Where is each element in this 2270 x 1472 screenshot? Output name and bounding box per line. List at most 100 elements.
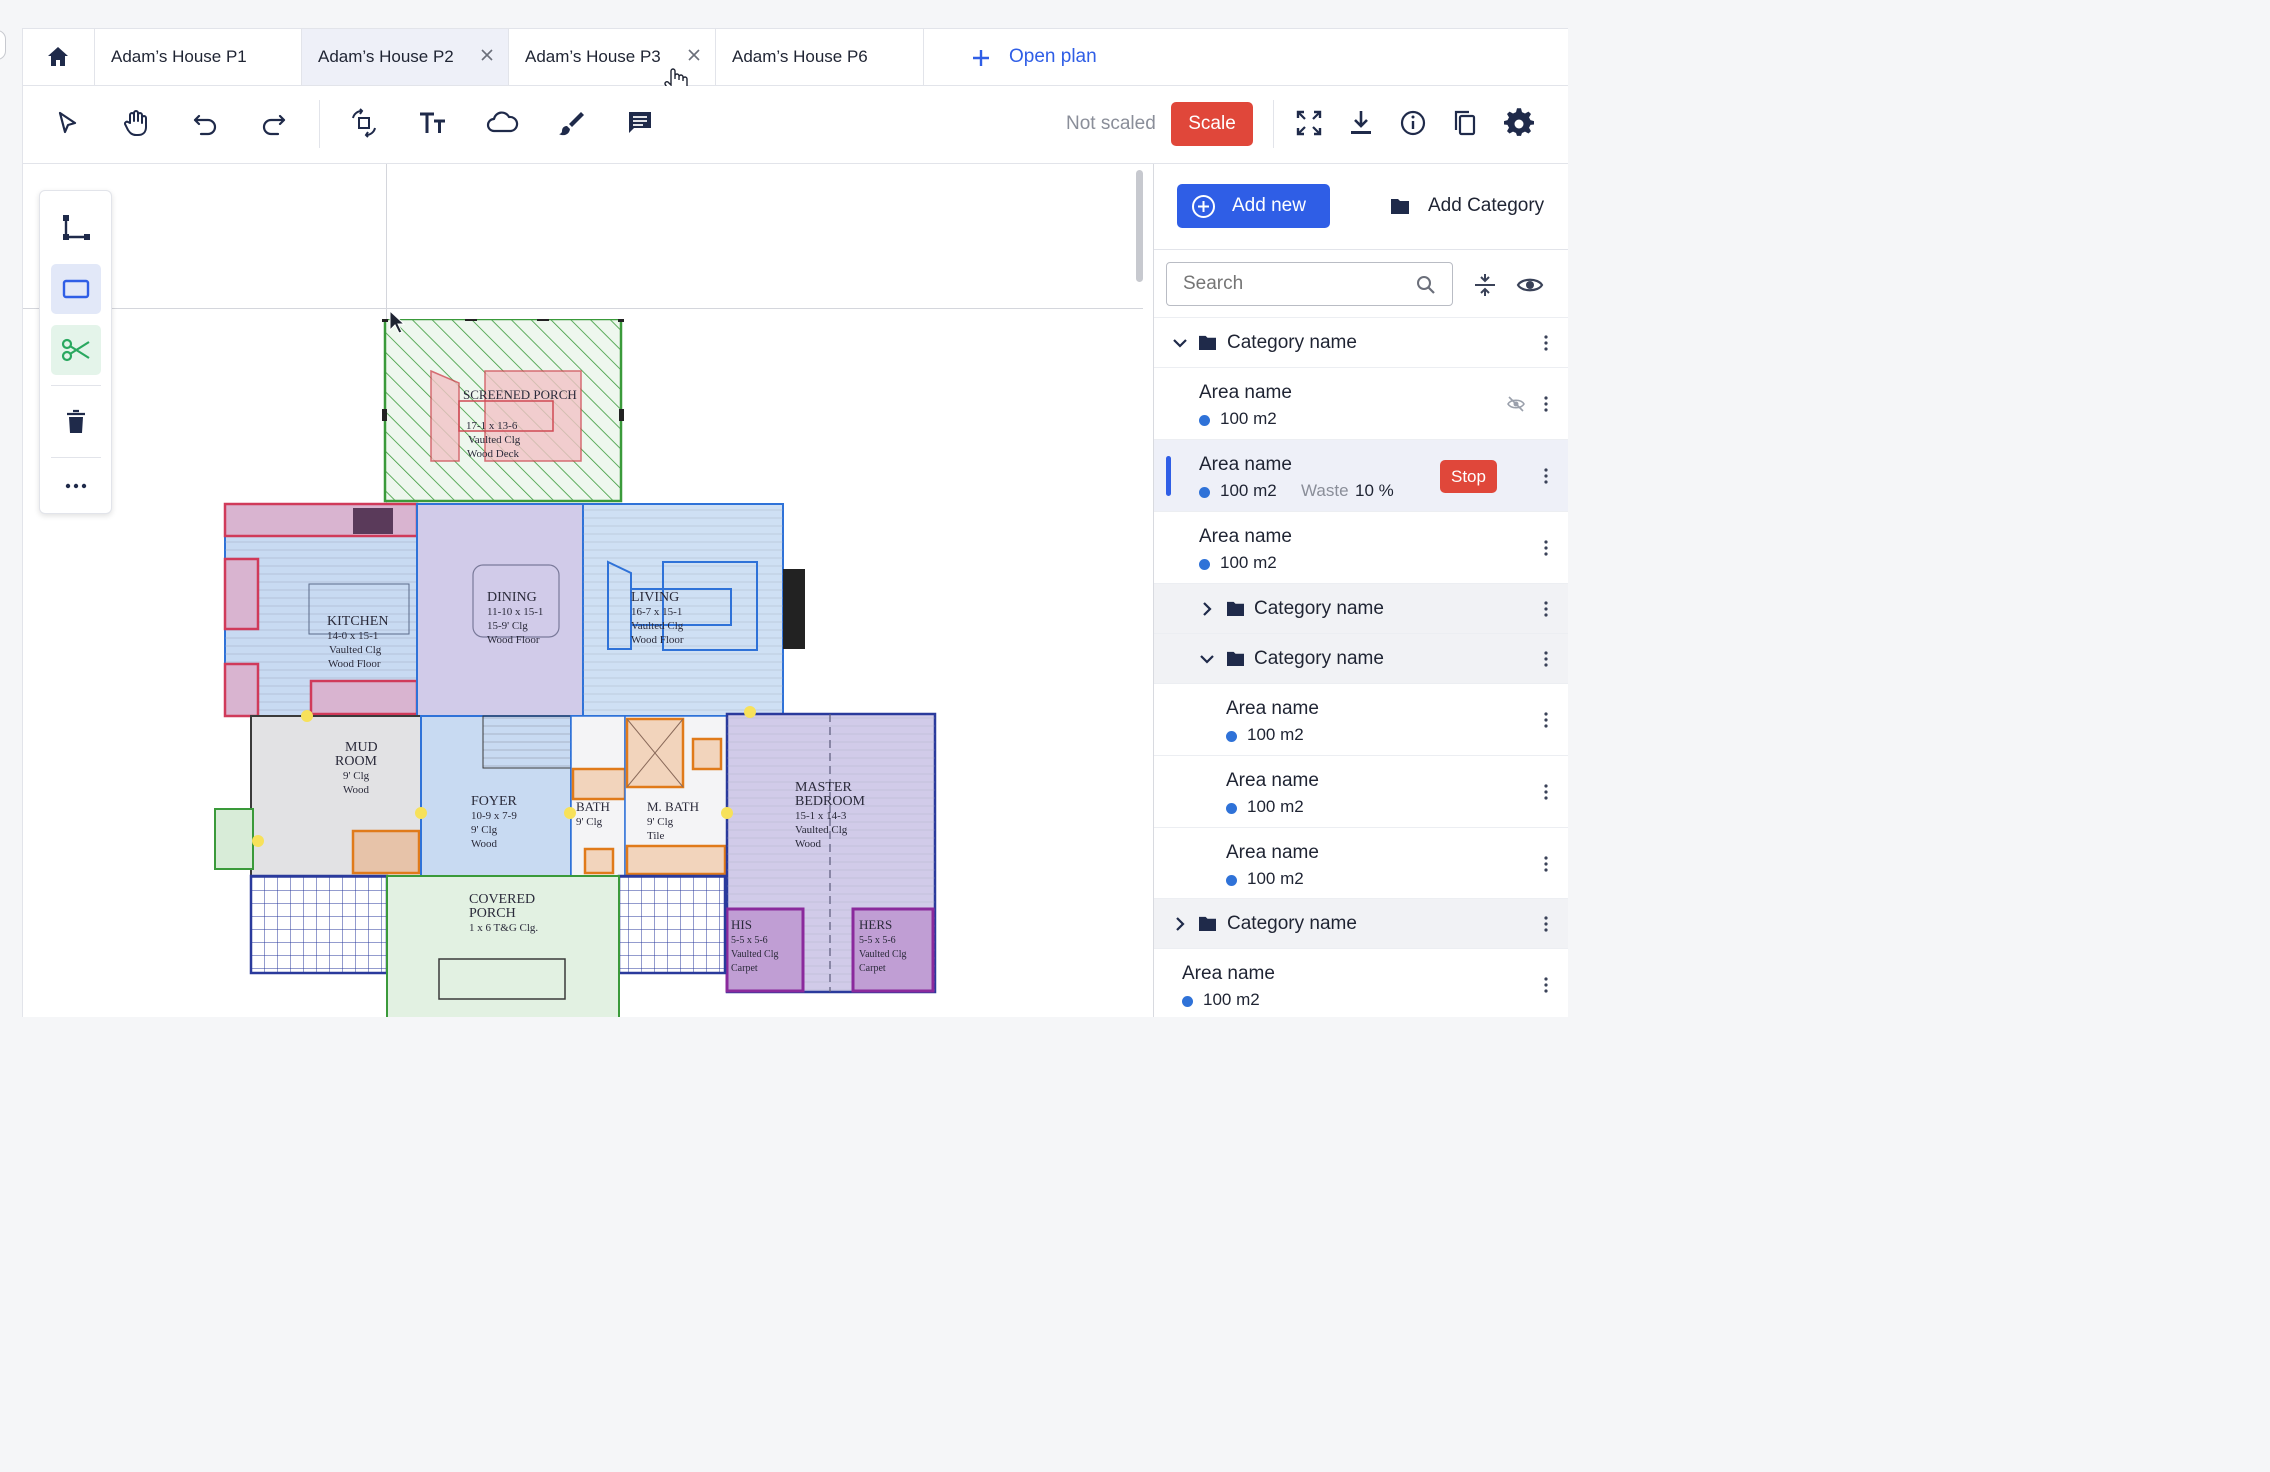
tab-adams-house-p2[interactable]: Adam’s House P2 (302, 29, 509, 85)
category-row[interactable]: Category name (1154, 898, 1568, 948)
rotate-tool-button[interactable] (347, 106, 381, 140)
subcategory-row[interactable]: Category name (1154, 583, 1568, 633)
search-input[interactable] (1166, 262, 1453, 306)
settings-button[interactable] (1502, 106, 1536, 140)
area-row[interactable]: Area name 100 m2 (1154, 367, 1568, 439)
download-icon (1351, 111, 1371, 134)
copy-button[interactable] (1448, 106, 1482, 140)
add-category-button[interactable]: Add Category (1390, 184, 1544, 228)
info-button[interactable] (1396, 106, 1430, 140)
area-row[interactable]: Area name 100 m2 (1154, 755, 1568, 827)
area-value: 100 m2 (1220, 553, 1277, 572)
trash-icon (67, 409, 85, 433)
dining-floor: Wood Floor (487, 634, 540, 646)
area-value: 100 m2 (1247, 869, 1304, 888)
comment-tool-button[interactable] (623, 106, 657, 140)
comment-icon (629, 112, 651, 133)
delete-tool-button[interactable] (51, 397, 101, 447)
area-row[interactable]: Area name 100 m2 (1154, 511, 1568, 583)
fullscreen-button[interactable] (1292, 106, 1326, 140)
screened-porch-area[interactable] (383, 319, 623, 503)
folder-icon (1391, 199, 1409, 214)
canvas-scrollbar[interactable] (1136, 170, 1143, 282)
home-button[interactable] (23, 29, 95, 85)
kebab-menu-icon[interactable] (1542, 539, 1550, 557)
tab-bar: Adam’s House P1 Adam’s House P2 Adam’s H… (23, 29, 1568, 97)
polyline-icon (63, 215, 90, 240)
area-name: Area name (1199, 382, 1292, 403)
kebab-menu-icon[interactable] (1542, 783, 1550, 801)
open-plan-button[interactable]: Open plan (947, 29, 1097, 85)
kebab-menu-icon[interactable] (1542, 976, 1550, 994)
foyer-clg: 9' Clg (471, 824, 498, 836)
palette-divider (51, 457, 101, 458)
deck-right-area[interactable] (617, 874, 727, 975)
mud-room-label-2: ROOM (335, 754, 378, 769)
tab-adams-house-p6[interactable]: Adam’s House P6 (716, 29, 924, 85)
rotate-icon (352, 108, 376, 138)
undo-button[interactable] (188, 106, 222, 140)
cut-tool-button[interactable] (51, 325, 101, 375)
kebab-menu-icon[interactable] (1542, 467, 1550, 485)
stop-button[interactable]: Stop (1440, 460, 1497, 493)
area-row[interactable]: Area name 100 m2 (1154, 683, 1568, 755)
kebab-menu-icon[interactable] (1542, 600, 1550, 618)
area-color-dot (1182, 996, 1193, 1007)
category-name: Category name (1227, 332, 1357, 353)
floor-plan[interactable]: SCREENED PORCH 17-1 x 13-6 Vaulted Clg W… (213, 319, 943, 1017)
area-value: 100 m2 (1220, 409, 1277, 428)
screened-porch-floor: Wood Deck (467, 448, 519, 460)
kitchen-area[interactable] (223, 502, 419, 718)
info-icon (1400, 110, 1426, 136)
redo-button[interactable] (257, 106, 291, 140)
download-button[interactable] (1344, 106, 1378, 140)
chevron-down-icon[interactable] (1172, 335, 1188, 351)
bath-clg: 9' Clg (576, 816, 603, 828)
kebab-menu-icon[interactable] (1542, 915, 1550, 933)
chevron-right-icon[interactable] (1172, 916, 1188, 932)
area-row[interactable]: Area name 100 m2 (1154, 948, 1568, 1017)
cloud-icon (486, 111, 519, 133)
tab-adams-house-p1[interactable]: Adam’s House P1 (95, 29, 302, 85)
bath-area[interactable] (570, 715, 627, 877)
waste-value: 10 % (1355, 481, 1394, 500)
close-tab-icon[interactable] (480, 48, 494, 62)
plan-canvas[interactable]: SCREENED PORCH 17-1 x 13-6 Vaulted Clg W… (23, 164, 1153, 1017)
master-bath-area[interactable] (624, 715, 728, 877)
search-icon[interactable] (1416, 275, 1436, 295)
close-tab-icon[interactable] (687, 48, 701, 62)
kebab-menu-icon[interactable] (1542, 395, 1550, 413)
area-row-selected[interactable]: Area name 100 m2 Waste 10 % Stop (1154, 439, 1568, 511)
living-label: LIVING (631, 590, 679, 605)
cloud-tool-button[interactable] (485, 106, 519, 140)
mud-room-area[interactable] (214, 715, 422, 877)
area-row[interactable]: Area name 100 m2 (1154, 827, 1568, 899)
screened-porch-label: SCREENED PORCH (463, 387, 577, 402)
eye-icon[interactable] (1516, 272, 1544, 298)
brush-tool-button[interactable] (554, 106, 588, 140)
scale-button[interactable]: Scale (1171, 102, 1253, 146)
select-tool-button[interactable] (50, 106, 84, 140)
area-color-dot (1199, 415, 1210, 426)
text-tool-button[interactable] (416, 106, 450, 140)
kebab-menu-icon[interactable] (1542, 334, 1550, 352)
chevron-down-icon[interactable] (1199, 651, 1215, 667)
category-row[interactable]: Category name (1154, 317, 1568, 367)
chevron-right-icon[interactable] (1199, 601, 1215, 617)
add-category-label: Add Category (1428, 195, 1545, 216)
kebab-menu-icon[interactable] (1542, 855, 1550, 873)
add-new-button[interactable]: Add new (1177, 184, 1330, 228)
more-tools-button[interactable] (51, 461, 101, 511)
collapse-all-icon[interactable] (1472, 272, 1498, 298)
living-area[interactable] (582, 503, 805, 717)
deck-left-area[interactable] (249, 874, 389, 975)
kebab-menu-icon[interactable] (1542, 650, 1550, 668)
pan-tool-button[interactable] (119, 106, 153, 140)
subcategory-row[interactable]: Category name (1154, 633, 1568, 683)
fullscreen-icon (1296, 110, 1322, 136)
rectangle-tool-button[interactable] (51, 264, 101, 314)
screened-porch-dim: 17-1 x 13-6 (466, 420, 518, 432)
polyline-tool-button[interactable] (51, 203, 101, 253)
kebab-menu-icon[interactable] (1542, 711, 1550, 729)
eye-off-icon[interactable] (1506, 395, 1526, 413)
